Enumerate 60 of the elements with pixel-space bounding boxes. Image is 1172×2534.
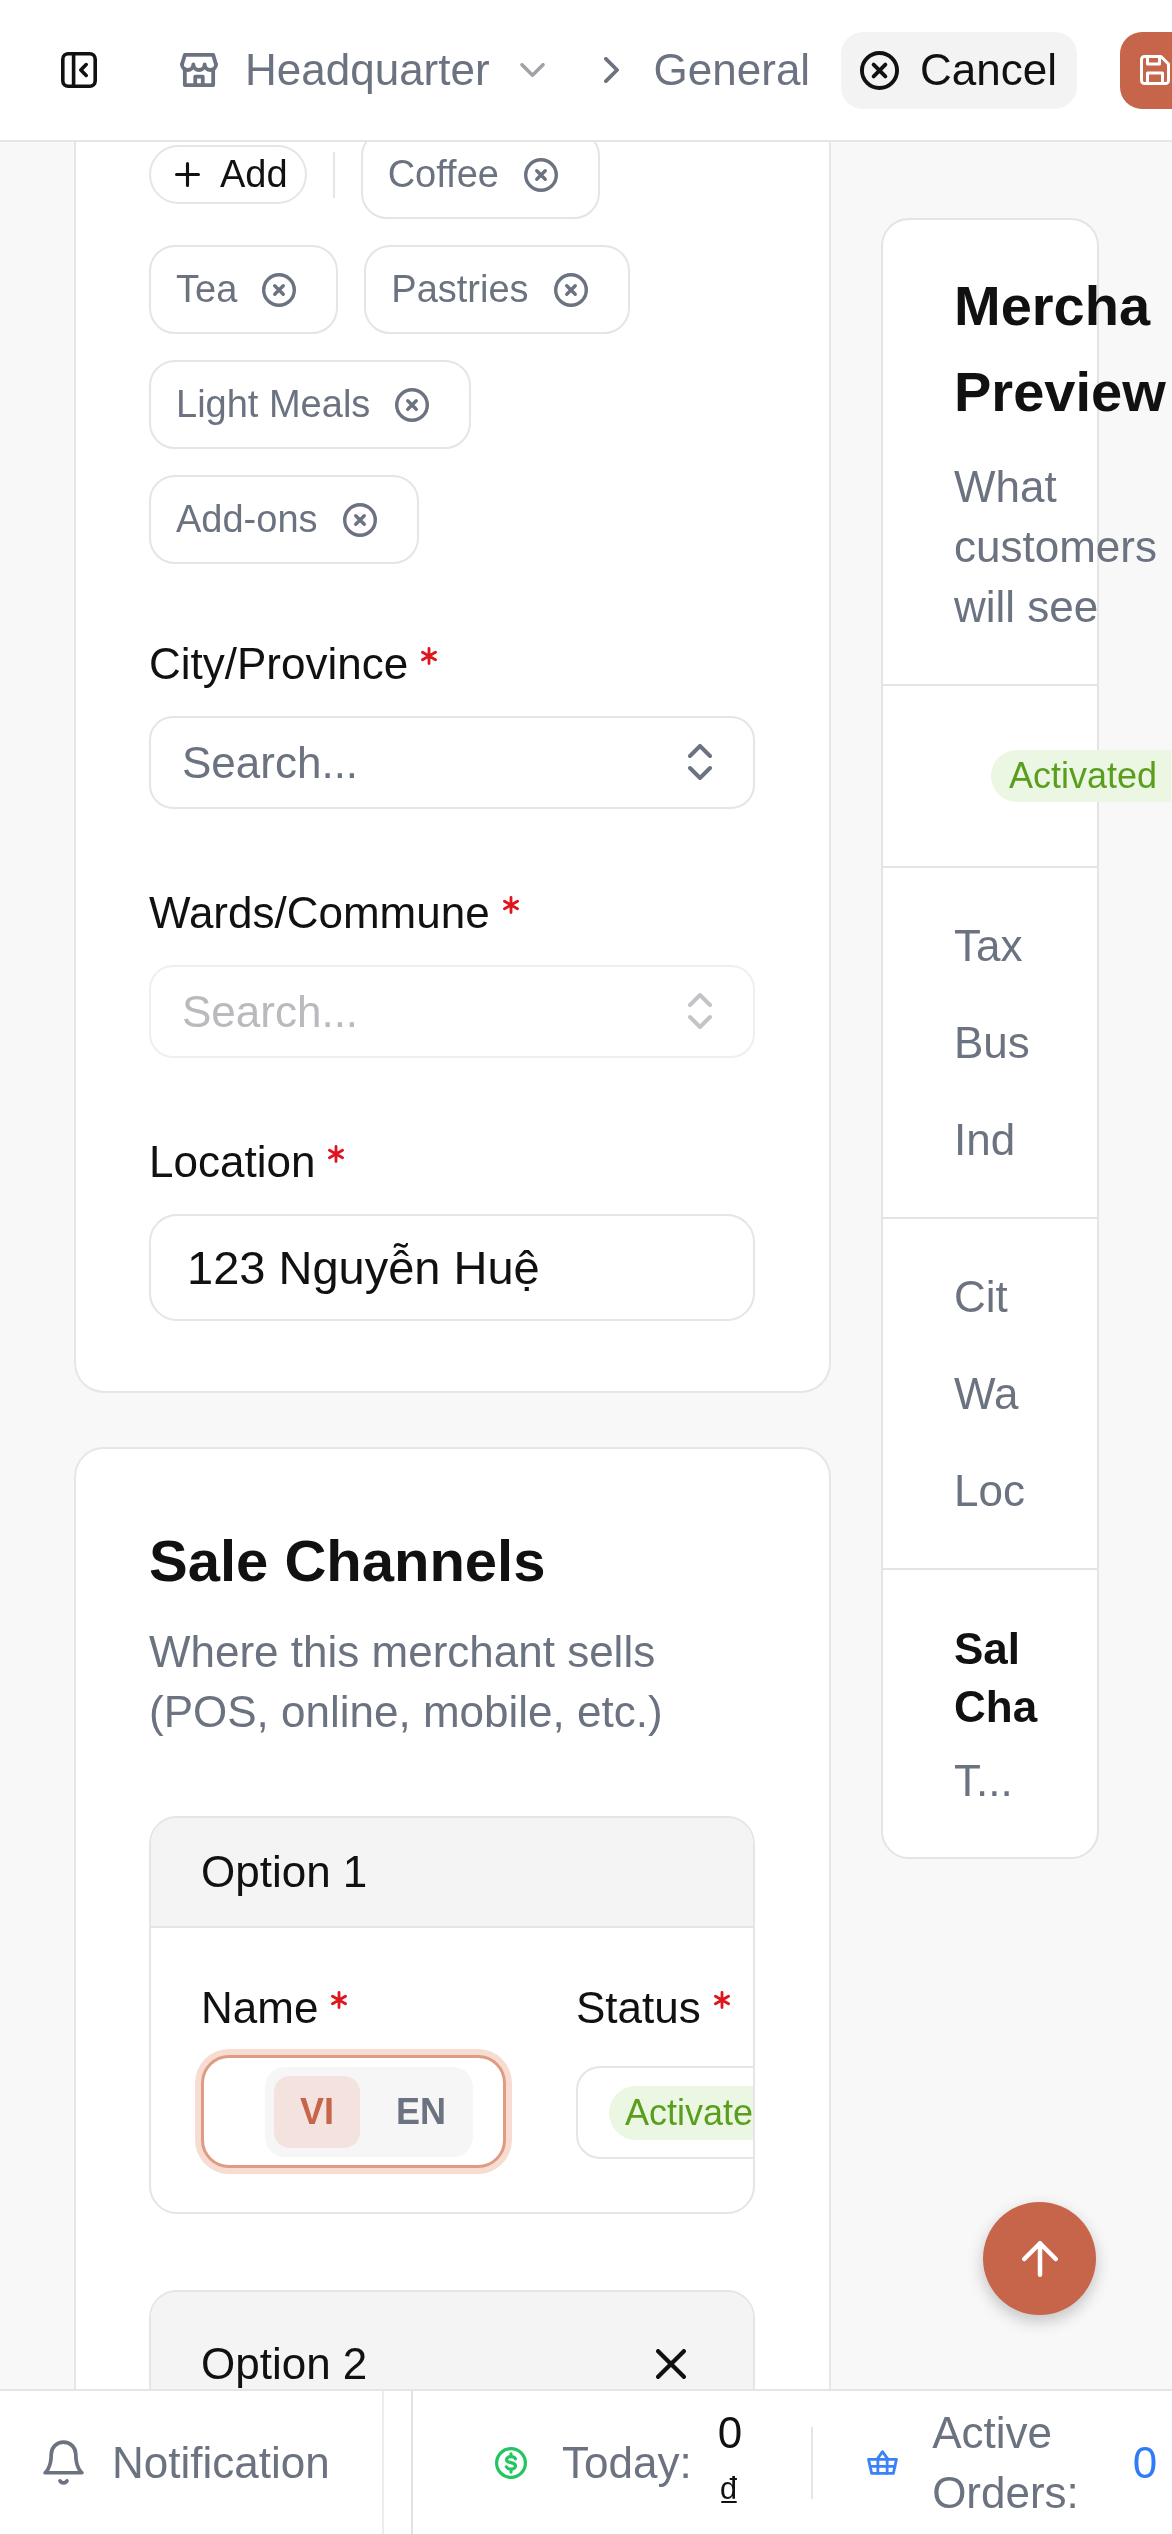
text-field[interactable]: 123 Nguyễn Huệ <box>149 1214 755 1321</box>
tag-label: Coffee <box>387 153 499 196</box>
section-description: Where this merchant sells (POS, online, mobile, etc.) <box>149 1626 664 1738</box>
scroll-top-button[interactable] <box>983 2202 1096 2315</box>
language-tab[interactable]: VI <box>274 2075 360 2148</box>
x-circle-icon[interactable] <box>262 272 297 307</box>
option-title: Option 2 <box>201 2338 368 2389</box>
x-circle-icon <box>860 50 900 90</box>
tag-label: Pastries <box>391 268 529 311</box>
status-badge: Activated <box>991 750 1172 802</box>
detail-label: Loc <box>954 1465 1025 1517</box>
detail-label: Cit <box>954 1271 1008 1323</box>
field-label: Location <box>149 1136 316 1188</box>
field-label: Name <box>201 1982 319 2034</box>
location-dropdown[interactable]: Headquarter <box>180 42 545 98</box>
up-down-chevron-icon <box>688 744 712 780</box>
field-label: Wards/Commune <box>149 887 490 939</box>
sidebar-toggle-icon[interactable] <box>61 52 97 88</box>
up-down-chevron-icon <box>688 993 712 1029</box>
select-field[interactable]: Search... <box>149 716 755 809</box>
close-icon[interactable] <box>656 2349 686 2379</box>
arrow-up-icon <box>1021 2240 1058 2277</box>
detail-label: Tax <box>954 920 1023 972</box>
option-title: Option 1 <box>201 1846 368 1898</box>
field-label: City/Province <box>149 638 409 690</box>
channel-summary: T... <box>954 1755 1013 1807</box>
bell-icon <box>43 2440 84 2485</box>
stat-value: 0 ₫ <box>717 2406 743 2519</box>
x-circle-icon[interactable] <box>523 157 558 192</box>
breadcrumb-item: General <box>653 45 811 95</box>
language-tab[interactable]: EN <box>378 2075 464 2148</box>
channel-title: Sal Cha <box>954 1623 1038 1733</box>
stat-value: 0 <box>1132 2436 1158 2489</box>
preview-title: Mercha Preview <box>954 273 1166 425</box>
stat-label: Today: <box>562 2436 692 2489</box>
save-button[interactable] <box>1120 31 1172 109</box>
stat-label: Active Orders: <box>932 2406 1079 2519</box>
detail-label: Ind <box>954 1114 1016 1166</box>
tag-label: Tea <box>176 268 238 311</box>
preview-description: What customers will see <box>954 461 1158 633</box>
status-badge: Activate <box>609 2085 753 2140</box>
x-circle-icon[interactable] <box>342 502 377 537</box>
store-icon <box>180 53 218 87</box>
status-select[interactable]: Activate <box>576 2066 753 2159</box>
x-circle-icon[interactable] <box>553 272 588 307</box>
cancel-button[interactable]: Cancel <box>841 31 1077 109</box>
detail-label: Bus <box>954 1017 1030 1069</box>
tag-label: Add-ons <box>176 498 318 541</box>
field-label: Status <box>576 1982 701 2034</box>
dollar-circle-icon <box>495 2446 527 2479</box>
notification-button[interactable]: Notification <box>0 2391 384 2534</box>
section-title: Sale Channels <box>149 1527 547 1595</box>
chevron-down-icon <box>519 63 545 77</box>
add-tag-button[interactable]: Add <box>149 145 307 204</box>
basket-icon <box>867 2450 899 2475</box>
x-circle-icon[interactable] <box>395 387 430 422</box>
detail-label: Wa <box>954 1368 1019 1420</box>
plus-icon <box>175 162 200 187</box>
tag-label: Light Meals <box>176 383 371 426</box>
chevron-right-icon <box>603 57 619 83</box>
